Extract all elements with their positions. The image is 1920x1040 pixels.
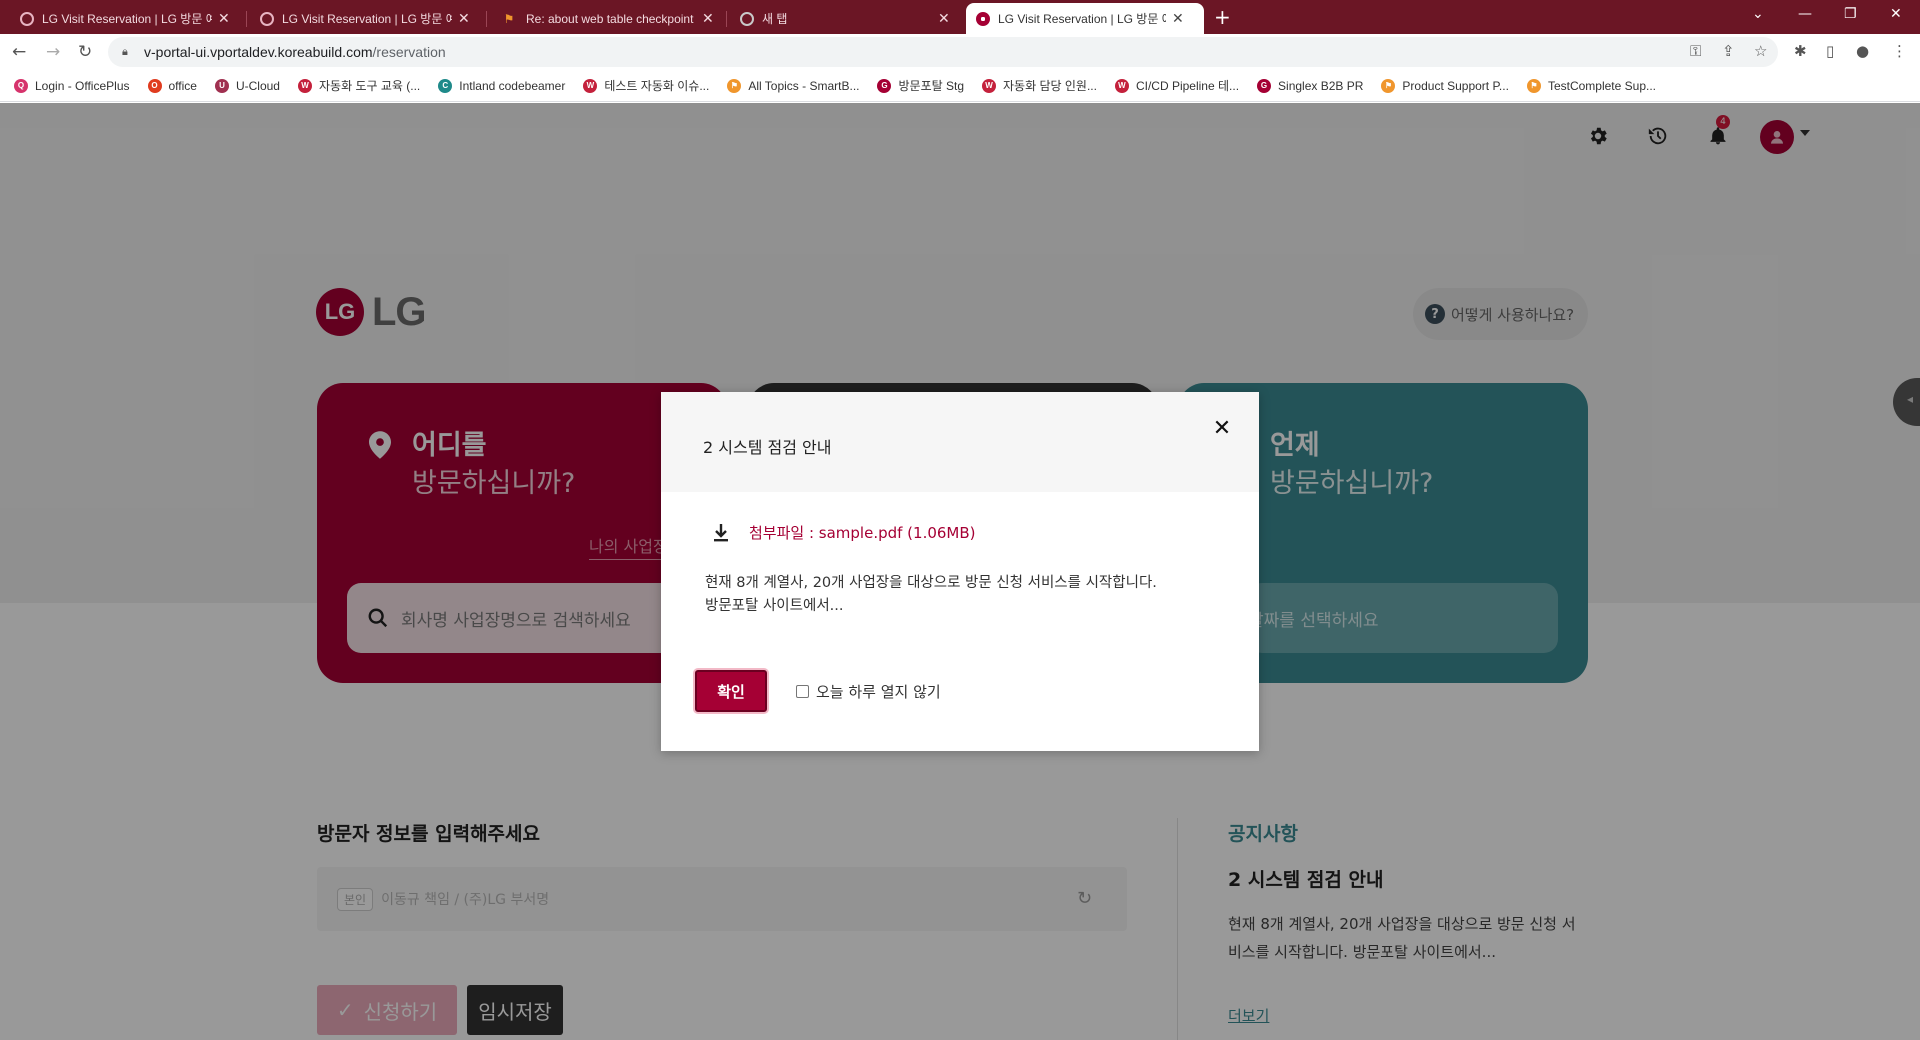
bookmarks-bar: Q Login - OfficePlus Ooffice U U-Cloud W 자동화 도… xyxy=(0,70,1920,102)
bookmark-favicon-icon: W xyxy=(1114,78,1129,93)
modal-body: 현재 8개 계열사, 20개 사업장을 대상으로 방문 신청 서비스를 시작합니… xyxy=(705,572,1225,618)
bookmark-item[interactable]: W CI/CD Pipeline 테... xyxy=(1114,77,1240,94)
bookmark-favicon-icon: G xyxy=(1257,78,1272,93)
lock-icon: 🔒︎ xyxy=(122,46,128,58)
bookmark-item[interactable]: Q Login - OfficePlus xyxy=(14,78,130,93)
browser-tab-3[interactable]: ⚑ Re: about web table checkpoint ✕ xyxy=(490,3,724,34)
modal-header: 2 시스템 점검 안내 ✕ xyxy=(661,392,1259,492)
back-icon[interactable]: ← xyxy=(12,42,26,62)
close-tab-icon[interactable]: ✕ xyxy=(1172,10,1184,27)
restore-icon[interactable]: ❐ xyxy=(1844,6,1857,22)
close-icon[interactable]: ✕ xyxy=(1211,418,1233,440)
bookmark-label: Login - OfficePlus xyxy=(35,78,130,93)
tab-separator xyxy=(246,11,247,27)
bookmark-label: 방문포탈 Stg xyxy=(898,79,964,93)
bookmark-label: 테스트 자동화 이슈... xyxy=(604,79,710,93)
bookmark-item[interactable]: G Singlex B2B PR xyxy=(1257,78,1364,93)
new-tab-icon[interactable]: + xyxy=(1214,5,1231,29)
close-window-icon[interactable]: ✕ xyxy=(1890,6,1902,22)
dont-show-today-label: 오늘 하루 열지 않기 xyxy=(816,683,941,701)
minimize-icon[interactable]: — xyxy=(1798,6,1812,22)
attachment-link[interactable]: 첨부파일 : sample.pdf (1.06MB) xyxy=(713,522,976,543)
url-host: v-portal-ui.vportaldev.koreabuild.com xyxy=(144,44,373,60)
close-tab-icon[interactable]: ✕ xyxy=(218,10,230,27)
bookmark-item[interactable]: ⚑ All Topics - SmartB... xyxy=(727,78,860,93)
address-bar-row: ← → ↻ 🔒︎ v-portal-ui.vportaldev.koreabui… xyxy=(0,34,1920,70)
extensions-icon[interactable]: ✱ xyxy=(1794,42,1807,60)
bookmark-item[interactable]: ⚑ TestComplete Sup... xyxy=(1526,78,1656,93)
tab-label: LG Visit Reservation | LG 방문 예약 xyxy=(282,12,452,26)
bookmark-item[interactable]: ⚑ Product Support P... xyxy=(1381,78,1509,93)
forward-icon[interactable]: → xyxy=(46,42,60,62)
tab-label: LG Visit Reservation | LG 방문 예약 xyxy=(998,12,1166,26)
confirm-button[interactable]: 확인 xyxy=(695,670,767,712)
bookmark-label: Intland codebeamer xyxy=(459,78,566,93)
lg-favicon-icon xyxy=(260,11,274,26)
modal-title: 2 시스템 점검 안내 xyxy=(703,438,832,457)
key-icon[interactable]: ⚿ xyxy=(1690,42,1701,60)
bookmark-favicon-icon: W xyxy=(583,78,598,93)
bookmark-favicon-icon: W xyxy=(297,78,312,93)
dont-show-today-checkbox[interactable] xyxy=(796,685,809,698)
bookmark-favicon-icon: Q xyxy=(14,78,28,93)
bookmark-favicon-icon: O xyxy=(147,78,162,93)
browser-tab-2[interactable]: LG Visit Reservation | LG 방문 예약 ✕ xyxy=(250,3,480,34)
browser-tab-4[interactable]: 새 탭 ✕ xyxy=(730,3,960,34)
bookmark-favicon-icon: ⚑ xyxy=(1381,78,1396,93)
tab-label: 새 탭 xyxy=(762,12,788,26)
close-tab-icon[interactable]: ✕ xyxy=(458,10,470,27)
dont-show-today-option[interactable]: 오늘 하루 열지 않기 xyxy=(796,681,941,702)
bookmark-label: Singlex B2B PR xyxy=(1278,78,1364,93)
url-path: /reservation xyxy=(372,44,446,60)
forum-favicon-icon: ⚑ xyxy=(503,11,515,26)
bookmark-favicon-icon: W xyxy=(982,78,996,93)
bookmark-favicon-icon: ⚑ xyxy=(727,78,742,93)
modal-body-line-1: 현재 8개 계열사, 20개 사업장을 대상으로 방문 신청 서비스를 시작합니… xyxy=(705,575,1157,591)
bookmark-item[interactable]: C Intland codebeamer xyxy=(438,78,566,93)
bookmark-label: All Topics - SmartB... xyxy=(748,78,860,93)
side-panel-icon[interactable]: ▯ xyxy=(1826,42,1834,60)
notice-modal: 2 시스템 점검 안내 ✕ 첨부파일 : sample.pdf (1.06MB)… xyxy=(661,392,1259,751)
profile-icon[interactable]: ● xyxy=(1856,42,1869,60)
share-icon[interactable]: ⇪ xyxy=(1722,42,1735,60)
browser-tab-active[interactable]: LG Visit Reservation | LG 방문 예약 ✕ xyxy=(966,3,1204,34)
bookmark-favicon-icon: G xyxy=(877,78,892,93)
tab-separator xyxy=(726,11,727,27)
browser-tab-bar: LG Visit Reservation | LG 방문 예약 ✕ LG Vis… xyxy=(0,0,1920,34)
url-field[interactable]: 🔒︎ v-portal-ui.vportaldev.koreabuild.com… xyxy=(108,37,1778,67)
bookmark-item[interactable]: U U-Cloud xyxy=(214,78,280,93)
lg-favicon-icon xyxy=(20,11,34,26)
bookmark-label: TestComplete Sup... xyxy=(1547,78,1656,93)
star-icon[interactable]: ☆ xyxy=(1754,42,1767,60)
bookmark-item[interactable]: G 방문포탈 Stg xyxy=(877,77,964,94)
bookmark-item[interactable]: W 자동화 담당 인원... xyxy=(982,77,1097,94)
download-icon xyxy=(714,523,728,541)
attachment-label: 첨부파일 : sample.pdf (1.06MB) xyxy=(749,524,976,542)
bookmark-item[interactable]: W 테스트 자동화 이슈... xyxy=(583,77,709,94)
browser-tab-1[interactable]: LG Visit Reservation | LG 방문 예약 ✕ xyxy=(10,3,240,34)
bookmark-label: 자동화 도구 교육 (... xyxy=(318,79,421,93)
close-tab-icon[interactable]: ✕ xyxy=(938,10,950,27)
bookmark-label: U-Cloud xyxy=(235,78,280,93)
tab-label: LG Visit Reservation | LG 방문 예약 xyxy=(42,12,212,26)
bookmark-favicon-icon: ⚑ xyxy=(1526,78,1541,93)
bookmark-favicon-icon: U xyxy=(214,78,229,93)
bookmark-item[interactable]: Ooffice xyxy=(147,78,197,93)
tab-separator xyxy=(486,11,487,27)
bookmark-item[interactable]: W 자동화 도구 교육 (... xyxy=(297,77,421,94)
bookmark-label: CI/CD Pipeline 테... xyxy=(1135,79,1240,93)
bookmark-favicon-icon: C xyxy=(438,78,453,93)
tab-label: Re: about web table checkpoint xyxy=(526,11,694,26)
lg-favicon-icon xyxy=(976,11,990,26)
tab-search-icon[interactable]: ⌄ xyxy=(1752,6,1764,22)
globe-favicon-icon xyxy=(740,11,754,26)
menu-icon[interactable]: ⋮ xyxy=(1892,42,1907,60)
modal-body-line-2: 방문포탈 사이트에서... xyxy=(705,598,844,614)
reload-icon[interactable]: ↻ xyxy=(78,42,92,62)
bookmark-label: Product Support P... xyxy=(1402,78,1509,93)
close-tab-icon[interactable]: ✕ xyxy=(702,10,714,27)
bookmark-label: 자동화 담당 인원... xyxy=(1003,79,1097,93)
bookmark-label: office xyxy=(168,78,197,93)
